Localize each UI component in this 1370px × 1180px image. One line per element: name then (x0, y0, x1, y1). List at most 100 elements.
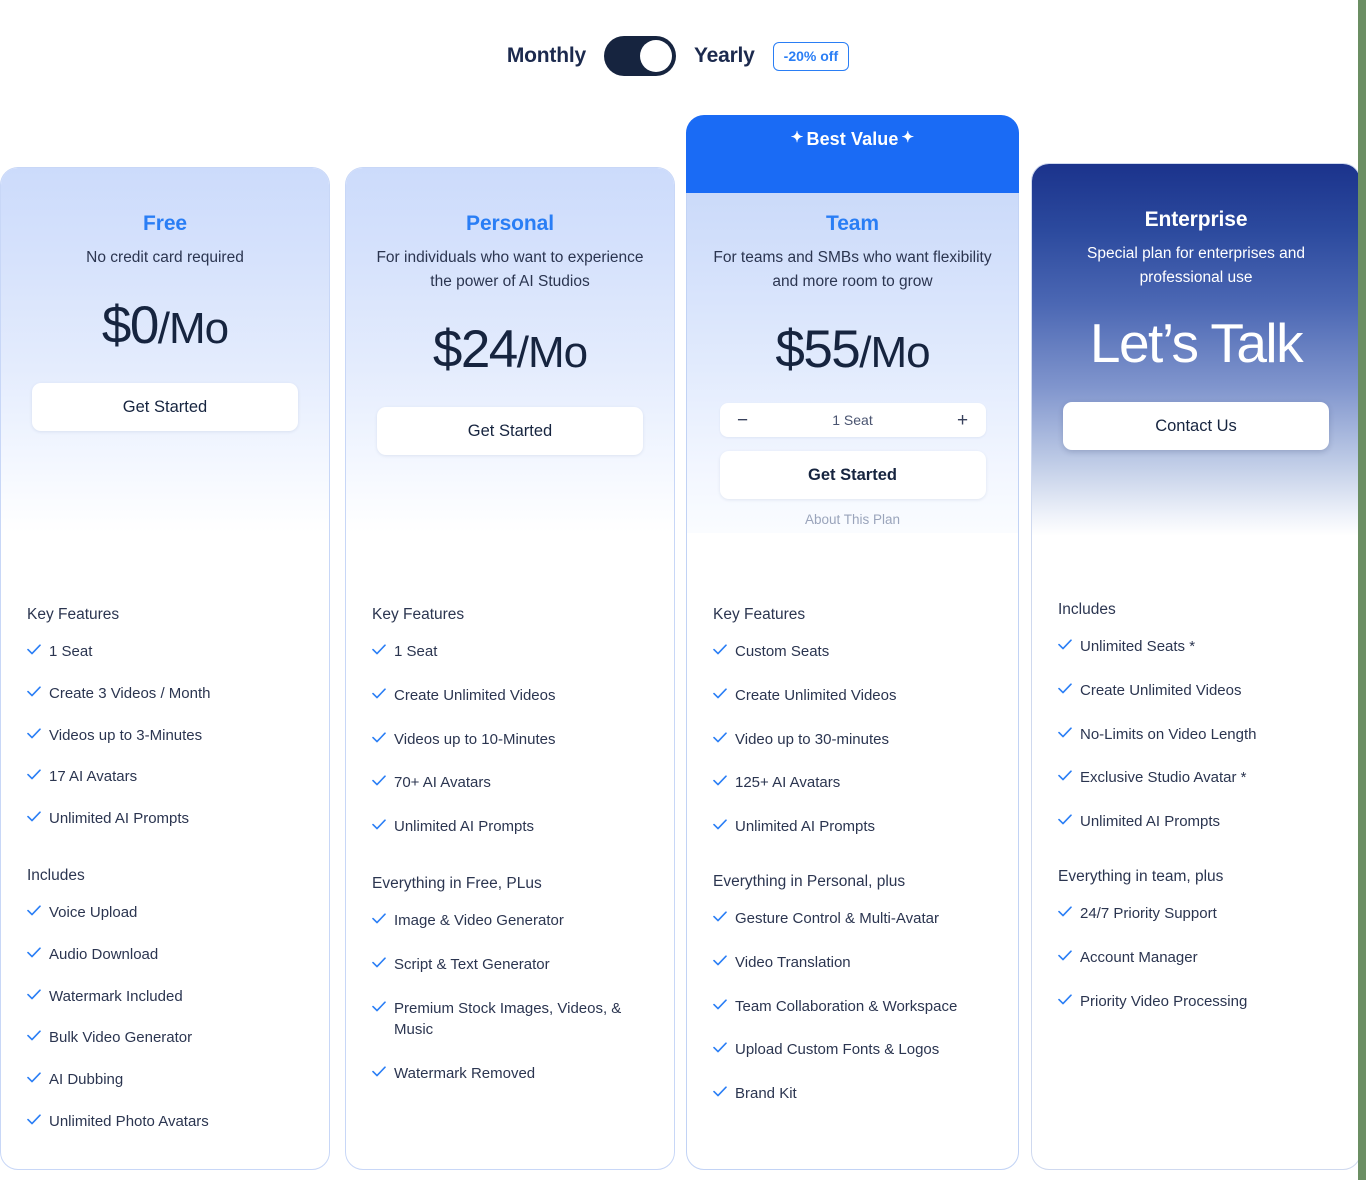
feature-item-label: 125+ AI Avatars (735, 774, 841, 792)
feature-item-label: Watermark Included (49, 987, 183, 1005)
feature-item: Audio Download (27, 944, 303, 966)
feature-item: 17 AI Avatars (27, 766, 303, 788)
feature-item: Create 3 Videos / Month (27, 683, 303, 705)
plan-card-personal: Personal For individuals who want to exp… (345, 167, 675, 1170)
check-icon (713, 1086, 727, 1101)
feature-item-label: 24/7 Priority Support (1080, 905, 1217, 923)
check-icon (27, 686, 41, 701)
feature-group: Everything in Personal, plus Gesture Cont… (713, 872, 992, 1105)
right-edge-gap (1366, 0, 1370, 1180)
feature-group-title: Everything in Free, PLus (372, 874, 542, 892)
seat-quantity-stepper[interactable]: − 1 Seat + (719, 403, 986, 438)
price-amount-free: $0 (101, 296, 159, 356)
get-started-button-personal[interactable]: Get Started (377, 407, 643, 456)
feature-item: Videos up to 10-Minutes (372, 729, 648, 751)
feature-item-label: Unlimited AI Prompts (735, 818, 876, 836)
feature-item-label: Script & Text Generator (394, 955, 550, 973)
feature-item: Videos up to 3-Minutes (27, 725, 303, 747)
check-icon (27, 811, 41, 826)
check-icon (27, 728, 41, 743)
feature-item: Brand Kit (713, 1083, 992, 1105)
feature-item-label: Unlimited AI Prompts (49, 810, 190, 828)
feature-item-label: Bulk Video Generator (49, 1029, 193, 1047)
get-started-button-team[interactable]: Get Started (719, 451, 986, 500)
seat-decrement-button[interactable]: − (734, 411, 752, 430)
check-icon (1058, 950, 1072, 965)
check-icon (27, 1030, 41, 1045)
features-free: Key Features 1 Seat Create 3 Videos / Mont… (1, 533, 329, 1133)
feature-item-label: Gesture Control & Multi-Avatar (735, 910, 939, 928)
feature-item: No-Limits on Video Length (1058, 724, 1334, 746)
feature-group-title: Includes (27, 866, 85, 884)
best-value-banner: ✦ Best Value ✦ (686, 115, 1019, 193)
check-icon (372, 913, 386, 928)
feature-group-title: Key Features (713, 606, 806, 623)
feature-item-label: Unlimited AI Prompts (1080, 813, 1221, 831)
plan-card-team: Team For teams and SMBs who want flexibi… (686, 167, 1019, 1170)
feature-item: 24/7 Priority Support (1058, 903, 1334, 925)
about-this-plan-link[interactable]: About This Plan (713, 512, 992, 527)
check-icon (1058, 770, 1072, 785)
check-icon (713, 688, 727, 703)
plan-name-personal: Personal (466, 212, 554, 235)
feature-item: Image & Video Generator (372, 910, 648, 932)
plan-header-team: Team For teams and SMBs who want flexibi… (687, 168, 1018, 533)
feature-item-label: Create Unlimited Videos (735, 686, 897, 704)
feature-group-title: Key Features (372, 606, 465, 623)
plan-price-personal: $24/Mo (372, 320, 648, 381)
feature-group-title: Includes (1058, 601, 1116, 618)
feature-group: Includes Unlimited Seats * Create Unlimite… (1058, 600, 1334, 833)
feature-group: Everything in team, plus 24/7 Priority Su… (1058, 867, 1334, 1012)
price-amount-team: $55 (775, 320, 860, 380)
feature-item-label: Audio Download (49, 945, 159, 963)
feature-group: Key Features 1 Seat Create 3 Videos / Mont… (27, 605, 303, 830)
check-icon (713, 775, 727, 790)
feature-item: Create Unlimited Videos (372, 685, 648, 707)
check-icon (372, 1000, 386, 1016)
feature-item: 1 Seat (27, 641, 303, 663)
feature-item-label: Image & Video Generator (394, 912, 564, 930)
plan-name-team: Team (826, 212, 879, 235)
right-edge-accent (1358, 0, 1366, 1180)
contact-us-button[interactable]: Contact Us (1063, 402, 1329, 451)
check-icon (372, 732, 386, 747)
feature-item-label: AI Dubbing (49, 1071, 124, 1089)
plan-description-team: For teams and SMBs who want flexibility … (713, 249, 992, 291)
feature-item: Account Manager (1058, 947, 1334, 969)
feature-item: Create Unlimited Videos (1058, 680, 1334, 702)
feature-group: Key Features Custom Seats Create Unlimited… (713, 605, 992, 838)
feature-item: Unlimited AI Prompts (713, 816, 992, 838)
get-started-button-free[interactable]: Get Started (32, 383, 298, 432)
features-enterprise: Includes Unlimited Seats * Create Unlimite… (1032, 536, 1360, 1012)
check-icon (1058, 906, 1072, 921)
feature-item-label: 1 Seat (49, 643, 93, 661)
check-icon (1058, 814, 1072, 829)
plan-card-enterprise: Enterprise Special plan for enterprises … (1031, 163, 1361, 1170)
plan-header-free: Free No credit card required $0/Mo Get S… (1, 168, 329, 533)
check-icon (27, 1072, 41, 1087)
feature-item: Team Collaboration & Workspace (713, 996, 992, 1018)
feature-item: Priority Video Processing (1058, 991, 1334, 1013)
check-icon (713, 1042, 727, 1057)
sparkle-icon-left: ✦ (790, 129, 804, 146)
feature-item-label: Create Unlimited Videos (394, 686, 556, 704)
plan-name-free: Free (143, 212, 187, 235)
best-value-label: Best Value (806, 129, 899, 149)
feature-item-label: Create 3 Videos / Month (49, 684, 211, 702)
feature-item-label: 1 Seat (394, 643, 438, 661)
plan-name-enterprise: Enterprise (1144, 208, 1248, 231)
plan-description-enterprise: Special plan for enterprises and profess… (1087, 245, 1305, 287)
seat-increment-button[interactable]: + (954, 411, 972, 430)
feature-item-label: 17 AI Avatars (49, 768, 138, 786)
feature-group-title: Everything in Personal, plus (713, 872, 906, 890)
feature-item-label: Voice Upload (49, 904, 138, 922)
check-icon (372, 819, 386, 834)
feature-item: Unlimited Seats * (1058, 636, 1334, 658)
feature-item: Video up to 30-minutes (713, 729, 992, 751)
check-icon (1058, 683, 1072, 698)
price-unit-free: /Mo (157, 304, 229, 354)
feature-item-label: No-Limits on Video Length (1080, 725, 1257, 743)
price-unit-team: /Mo (859, 328, 930, 378)
feature-item: Unlimited AI Prompts (1058, 811, 1334, 833)
check-icon (27, 769, 41, 784)
